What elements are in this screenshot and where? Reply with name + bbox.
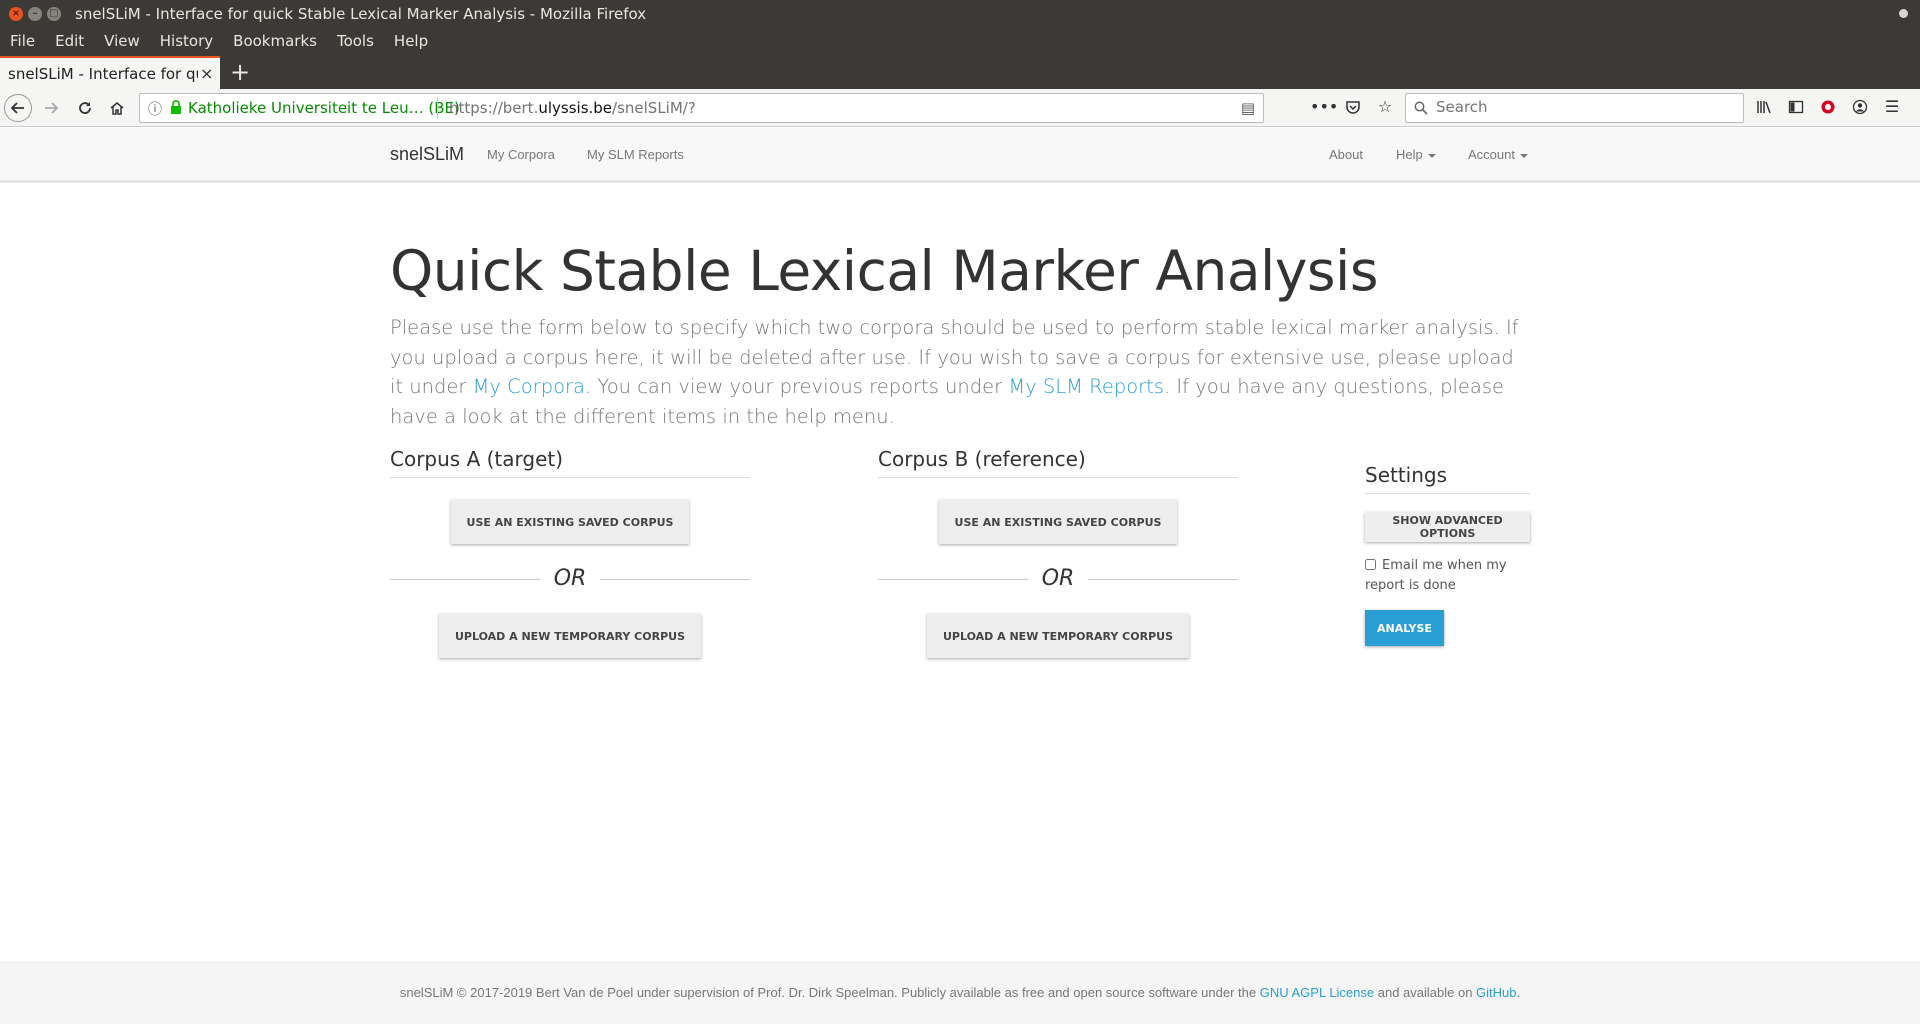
account-icon[interactable]	[1848, 95, 1872, 119]
sidebar-icon[interactable]	[1784, 95, 1808, 119]
window-minimize-icon[interactable]: –	[28, 7, 42, 21]
corpus-a-title: Corpus A (target)	[390, 447, 750, 478]
footer-github-link[interactable]: GitHub	[1476, 985, 1516, 1000]
tab-strip: snelSLiM - Interface for quick Stable Le…	[0, 56, 1920, 89]
site-identity[interactable]: Katholieke Universiteit te Leu… (BE)	[188, 99, 460, 117]
menu-file[interactable]: File	[10, 28, 45, 56]
site-navbar: snelSLiM My Corpora My SLM Reports About…	[0, 128, 1920, 183]
url-bar[interactable]: ⓘ Katholieke Universiteit te Leu… (BE) h…	[139, 93, 1264, 123]
url-prefix: https://bert.	[449, 99, 539, 117]
url-path: /snelSLiM/?	[612, 99, 696, 117]
back-arrow-icon[interactable]	[4, 94, 32, 122]
link-my-slm-reports[interactable]: My SLM Reports	[1008, 375, 1164, 398]
menu-tools[interactable]: Tools	[337, 28, 384, 56]
reader-view-icon[interactable]: ▤	[1241, 99, 1255, 117]
footer-text-part3: .	[1516, 985, 1521, 1000]
menu-view[interactable]: View	[104, 28, 150, 56]
corpus-b-existing-button[interactable]: Use an existing saved corpus	[938, 500, 1178, 544]
chevron-down-icon	[1519, 153, 1528, 158]
menu-history[interactable]: History	[160, 28, 223, 56]
info-icon[interactable]: ⓘ	[148, 99, 162, 119]
corpus-b-upload-button[interactable]: Upload a new temporary corpus	[926, 614, 1189, 658]
window-maximize-icon[interactable]: □	[47, 7, 61, 21]
intro-text-part2: . You can view your previous reports und…	[584, 375, 1009, 398]
analyse-button[interactable]: Analyse	[1365, 610, 1444, 646]
window-controls: × – □	[9, 7, 61, 21]
navigation-toolbar: ⓘ Katholieke Universiteit te Leu… (BE) h…	[0, 89, 1920, 127]
corpus-b-title: Corpus B (reference)	[878, 447, 1238, 478]
page-actions: ••• ☆	[1310, 95, 1396, 119]
bookmark-star-icon[interactable]: ☆	[1374, 95, 1396, 119]
forward-arrow-icon[interactable]	[38, 95, 64, 121]
link-my-corpora[interactable]: My Corpora	[473, 375, 585, 398]
corpus-a-or-divider: OR	[390, 564, 750, 594]
footer-text-part1: snelSLiM © 2017-2019 Bert Van de Poel un…	[399, 985, 1260, 1000]
search-input[interactable]	[1436, 98, 1736, 116]
more-actions-icon[interactable]: •••	[1310, 95, 1338, 119]
divider-line	[600, 579, 750, 580]
page-title: Quick Stable Lexical Marker Analysis	[390, 239, 1378, 303]
tray-indicator-icon[interactable]	[1899, 9, 1908, 18]
search-bar[interactable]	[1405, 93, 1744, 123]
settings-panel: Settings Show advanced options Email me …	[1365, 463, 1530, 646]
chevron-down-icon	[1427, 153, 1436, 158]
corpus-a-existing-button[interactable]: Use an existing saved corpus	[450, 500, 690, 544]
email-notify-checkbox[interactable]	[1365, 559, 1376, 570]
menu-bookmarks[interactable]: Bookmarks	[233, 28, 327, 56]
nav-my-slm-reports[interactable]: My SLM Reports	[587, 147, 684, 162]
window-titlebar: × – □ snelSLiM - Interface for quick Sta…	[0, 0, 1920, 28]
menu-help[interactable]: Help	[394, 28, 438, 56]
home-icon[interactable]	[104, 95, 130, 121]
email-option: Email me when my report is done	[1365, 556, 1530, 596]
pocket-icon[interactable]	[1342, 95, 1364, 119]
url-text[interactable]: https://bert.ulyssis.be/snelSLiM/?	[449, 99, 696, 117]
lock-icon	[171, 100, 181, 114]
site-brand[interactable]: snelSLiM	[390, 144, 464, 165]
library-icon[interactable]	[1752, 95, 1776, 119]
corpus-b-panel: Corpus B (reference) Use an existing sav…	[878, 447, 1238, 658]
page-footer: snelSLiM © 2017-2019 Bert Van de Poel un…	[0, 962, 1920, 1024]
window-title: snelSLiM - Interface for quick Stable Le…	[75, 5, 647, 23]
footer-text-part2: and available on	[1374, 985, 1477, 1000]
corpus-a-upload-button[interactable]: Upload a new temporary corpus	[438, 614, 701, 658]
corpus-b-or-divider: OR	[878, 564, 1238, 594]
nav-help-dropdown[interactable]: Help	[1396, 147, 1436, 162]
settings-title: Settings	[1365, 463, 1530, 494]
menu-edit[interactable]: Edit	[55, 28, 94, 56]
nav-about[interactable]: About	[1329, 147, 1363, 162]
tab-snelslim[interactable]: snelSLiM - Interface for quick Stable Le…	[0, 56, 220, 89]
window-close-icon[interactable]: ×	[9, 7, 23, 21]
email-notify-label[interactable]: Email me when my report is done	[1365, 558, 1507, 593]
menubar: File Edit View History Bookmarks Tools H…	[0, 28, 1920, 56]
nav-account-dropdown[interactable]: Account	[1468, 147, 1528, 162]
nav-account-label: Account	[1468, 147, 1515, 162]
toolbar-right: ☰	[1752, 95, 1904, 119]
url-separator	[437, 97, 438, 119]
nav-help-label: Help	[1396, 147, 1423, 162]
footer-license-link[interactable]: GNU AGPL License	[1260, 985, 1374, 1000]
url-host: ulyssis.be	[538, 99, 613, 117]
new-tab-icon[interactable]: +	[230, 59, 250, 85]
show-advanced-options-button[interactable]: Show advanced options	[1365, 512, 1530, 542]
intro-text: Please use the form below to specify whi…	[390, 313, 1530, 431]
tab-title: snelSLiM - Interface for quick Stable Le…	[8, 64, 198, 83]
search-icon	[1414, 98, 1428, 119]
divider-line	[1088, 579, 1238, 580]
tab-close-icon[interactable]: ×	[200, 64, 213, 83]
hamburger-menu-icon[interactable]: ☰	[1880, 95, 1904, 119]
extension-icon[interactable]	[1816, 95, 1840, 119]
nav-my-corpora[interactable]: My Corpora	[487, 147, 555, 162]
reload-icon[interactable]	[72, 95, 98, 121]
corpus-a-panel: Corpus A (target) Use an existing saved …	[390, 447, 750, 658]
